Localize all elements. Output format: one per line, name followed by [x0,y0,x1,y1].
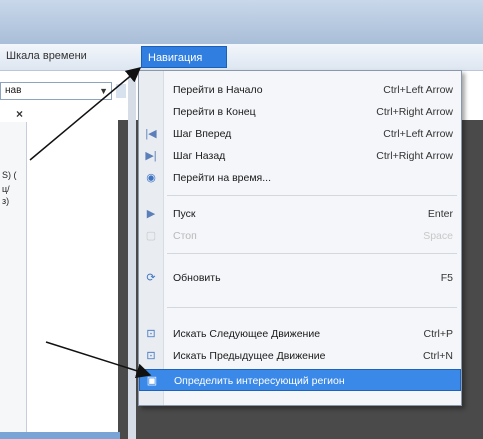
arrow-to-define-region [45,341,152,379]
arrow-to-navigation-menu [29,67,142,161]
callout-arrows [29,67,152,379]
